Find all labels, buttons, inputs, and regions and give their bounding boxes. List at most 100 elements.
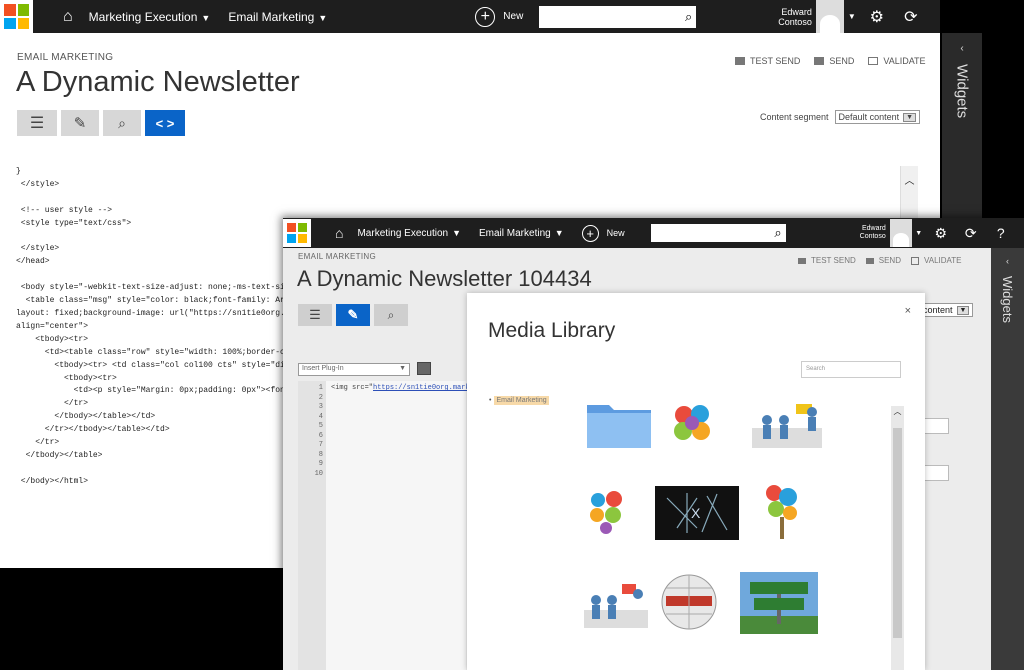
nav-email-marketing[interactable]: Email Marketing ▼ bbox=[479, 228, 564, 239]
gear-icon[interactable]: ⚙ bbox=[926, 225, 956, 242]
plugin-select[interactable]: Insert Plug-In ▼ bbox=[298, 363, 410, 376]
folder-icon[interactable] bbox=[583, 396, 655, 452]
media-thumbnail[interactable] bbox=[659, 570, 719, 634]
action-bar: TEST SEND SEND VALIDATE bbox=[735, 56, 926, 66]
mail-icon bbox=[865, 257, 874, 264]
html-view-button[interactable]: < > bbox=[145, 110, 185, 136]
bullet-icon: • bbox=[489, 397, 492, 404]
validate-button[interactable]: VALIDATE bbox=[910, 256, 961, 265]
segment-value: content bbox=[923, 305, 953, 315]
home-icon[interactable]: ⌂ bbox=[335, 225, 343, 241]
nav-label: Email Marketing bbox=[479, 227, 551, 239]
user-name: Edward Contoso bbox=[860, 225, 886, 241]
folder-tree-item[interactable]: • Email Marketing bbox=[489, 396, 549, 405]
segment-select[interactable]: content ▼ bbox=[919, 303, 974, 317]
segment-value: Default content bbox=[838, 112, 900, 122]
list-view-button[interactable]: ☰ bbox=[17, 110, 57, 136]
test-send-button[interactable]: TEST SEND bbox=[735, 56, 800, 66]
help-icon[interactable]: ? bbox=[928, 8, 940, 26]
code-icon: < > bbox=[155, 115, 175, 131]
designer-button[interactable]: ✎ bbox=[61, 110, 99, 136]
avatar[interactable] bbox=[889, 219, 912, 247]
search-input[interactable]: ⌕ bbox=[650, 224, 786, 242]
nav-email-marketing[interactable]: Email Marketing ▼ bbox=[228, 10, 327, 24]
media-thumbnail[interactable] bbox=[757, 478, 807, 544]
user-first: Edward bbox=[781, 6, 812, 17]
list-view-button[interactable]: ☰ bbox=[298, 304, 332, 326]
chevron-left-icon[interactable]: ‹ bbox=[1006, 256, 1009, 266]
nav-marketing-execution[interactable]: Marketing Execution ▼ bbox=[89, 10, 211, 24]
refresh-icon[interactable]: ⟳ bbox=[894, 7, 928, 27]
widgets-sidebar[interactable]: ‹ Widgets bbox=[991, 248, 1024, 670]
refresh-icon[interactable]: ⟳ bbox=[956, 225, 986, 242]
close-icon[interactable]: × bbox=[905, 305, 911, 317]
preview-button[interactable]: ⌕ bbox=[103, 110, 141, 136]
new-button[interactable]: + New bbox=[581, 224, 625, 242]
code-line: } bbox=[16, 167, 21, 176]
search-input[interactable]: ⌕ bbox=[539, 5, 697, 28]
front-window: ⌂ Marketing Execution ▼ Email Marketing ▼ … bbox=[283, 218, 1024, 670]
media-scrollbar[interactable]: ︿ bbox=[891, 406, 904, 670]
send-button[interactable]: SEND bbox=[814, 56, 854, 66]
test-send-label: TEST SEND bbox=[750, 56, 801, 66]
top-nav: ⌂ Marketing Execution ▼ Email Marketing ▼ … bbox=[283, 218, 1024, 248]
breadcrumb: EMAIL MARKETING bbox=[298, 252, 376, 261]
chevron-down-icon: ▼ bbox=[318, 12, 328, 23]
image-insert-icon[interactable] bbox=[417, 362, 431, 375]
search-icon[interactable]: ⌕ bbox=[685, 9, 692, 25]
mail-icon bbox=[735, 57, 745, 65]
media-grid: X bbox=[579, 390, 891, 670]
designer-button[interactable]: ✎ bbox=[336, 304, 370, 326]
gear-icon[interactable]: ⚙ bbox=[860, 7, 894, 27]
test-send-button[interactable]: TEST SEND bbox=[798, 256, 856, 265]
search-icon[interactable]: ⌕ bbox=[774, 225, 781, 241]
chevron-left-icon[interactable]: ‹ bbox=[960, 43, 963, 54]
avatar[interactable] bbox=[815, 0, 844, 33]
media-thumbnail[interactable] bbox=[669, 400, 717, 448]
document-check-icon bbox=[868, 57, 879, 65]
user-org: Contoso bbox=[778, 16, 812, 27]
page-title: A Dynamic Newsletter bbox=[16, 66, 300, 98]
media-thumbnail[interactable] bbox=[583, 576, 649, 630]
help-icon[interactable]: ? bbox=[986, 225, 1016, 241]
chevron-down-icon[interactable]: ▼ bbox=[844, 12, 860, 21]
chevron-up-icon[interactable]: ︿ bbox=[891, 406, 904, 417]
media-thumbnail[interactable] bbox=[585, 486, 631, 538]
code-line: <!-- user style --> bbox=[16, 205, 113, 215]
validate-button[interactable]: VALIDATE bbox=[868, 56, 926, 66]
code-link[interactable]: https://sn1tie0org.market bbox=[373, 384, 478, 392]
send-label: SEND bbox=[829, 56, 855, 66]
content-segment: Content segment Default content ▼ bbox=[760, 110, 921, 124]
chevron-down-icon: ▼ bbox=[399, 365, 406, 372]
media-thumbnail[interactable]: X bbox=[655, 486, 739, 540]
home-icon[interactable]: ⌂ bbox=[63, 8, 73, 26]
plugin-label: Insert Plug-In bbox=[302, 365, 344, 372]
media-search-input[interactable]: Search bbox=[801, 361, 901, 378]
chevron-down-icon: ▼ bbox=[452, 227, 461, 238]
preview-button[interactable]: ⌕ bbox=[374, 304, 408, 326]
list-icon: ☰ bbox=[309, 307, 321, 322]
new-button[interactable]: + New bbox=[475, 6, 523, 27]
dialog-title: Media Library bbox=[488, 319, 616, 342]
media-thumbnail[interactable] bbox=[739, 570, 819, 636]
nav-label: Email Marketing bbox=[228, 9, 315, 24]
chevron-down-icon: ▼ bbox=[201, 12, 211, 23]
folder-label: Email Marketing bbox=[494, 396, 549, 405]
new-label: New bbox=[606, 228, 625, 238]
widgets-label: Widgets bbox=[953, 64, 971, 119]
scrollbar-thumb[interactable] bbox=[893, 428, 902, 638]
media-thumbnail[interactable] bbox=[751, 396, 823, 450]
send-button[interactable]: SEND bbox=[865, 256, 901, 265]
chevron-down-icon[interactable]: ▼ bbox=[912, 230, 926, 237]
test-send-label: TEST SEND bbox=[811, 256, 856, 265]
chevron-up-icon[interactable]: ︿ bbox=[901, 172, 918, 187]
preview-icon: ⌕ bbox=[118, 114, 126, 131]
segment-select[interactable]: Default content ▼ bbox=[834, 110, 921, 124]
chevron-down-icon: ▼ bbox=[903, 112, 917, 122]
action-bar: TEST SEND SEND VALIDATE bbox=[798, 256, 961, 265]
code-editor[interactable]: 1 2 3 4 5 6 7 8 9 10 <img src="https://s… bbox=[298, 381, 478, 670]
line-numbers: 1 2 3 4 5 6 7 8 9 10 bbox=[298, 381, 326, 670]
nav-marketing-execution[interactable]: Marketing Execution ▼ bbox=[357, 228, 461, 239]
edit-icon: ✎ bbox=[347, 307, 359, 322]
